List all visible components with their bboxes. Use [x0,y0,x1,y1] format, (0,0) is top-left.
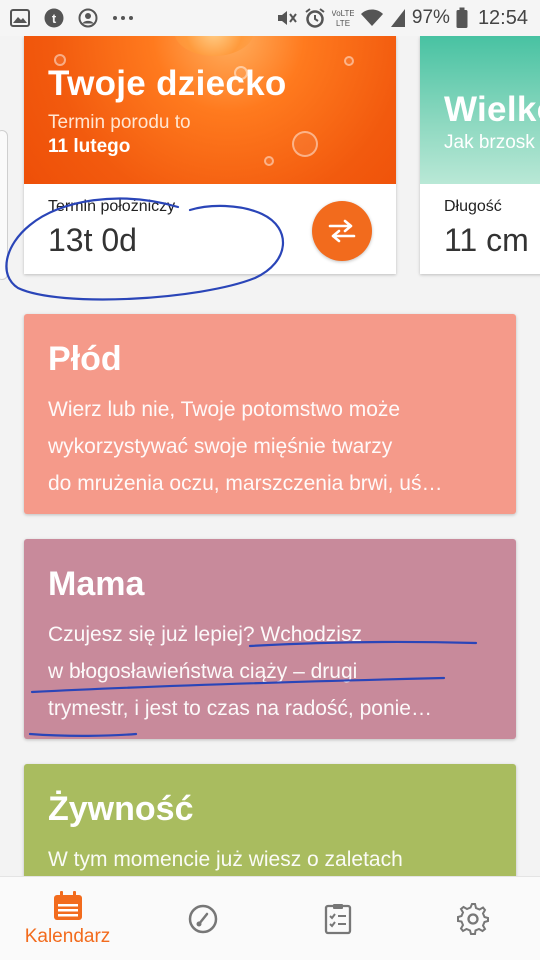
signal-icon [390,8,406,28]
account-icon [78,8,98,28]
status-bar: t VoLTE LTE 97% 12:54 [0,0,540,36]
nav-calendar-label: Kalendarz [24,925,111,947]
battery-percent: 97% [411,7,450,28]
length-value: 11 cm [444,222,529,258]
fetus-card-text: Wierz lub nie, Twoje potomstwo może wyko… [48,391,492,502]
decor-bubble [344,56,354,66]
nav-calendar[interactable]: Kalendarz [0,877,135,960]
mom-card[interactable]: Mama Czujesz się już lepiej? Wchodzisz w… [24,539,516,739]
swap-age-format-button[interactable] [312,201,372,261]
due-date-value: 11 lutego [48,136,131,157]
gestational-age-value: 13t 0d [48,222,137,258]
battery-icon [456,7,468,29]
size-comparison-caption: Jak brzosk [444,132,535,153]
card-text-line: do mrużenia oczu, marszczenia brwi, uś… [48,472,443,495]
mom-card-title: Mama [48,565,145,603]
due-date-caption: Termin porodu to [48,112,191,133]
baby-card-title: Twoje dziecko [48,64,287,103]
length-label: Długość [444,198,502,215]
decor-bubble [292,131,318,157]
more-icon [112,15,134,21]
food-card-title: Żywność [48,790,194,828]
food-card-text: W tym momencie już wiesz o zaletach [48,841,492,878]
card-text-line: W tym momencie już wiesz o zaletach [48,848,403,871]
volte-icon: VoLTE LTE [332,7,354,29]
baby-card-header: Twoje dziecko Termin porodu to 11 lutego [24,36,396,184]
decor-bubble [264,156,274,166]
calendar-icon [52,890,84,922]
fetus-card-title: Płód [48,340,122,378]
nav-checklist[interactable] [270,877,405,960]
fetus-card[interactable]: Płód Wierz lub nie, Twoje potomstwo może… [24,314,516,514]
card-text-line: Czujesz się już lepiej? Wchodzisz [48,623,362,646]
checklist-icon [323,903,353,935]
nav-settings[interactable] [405,877,540,960]
card-text-line: w błogosławieństwa ciąży – drugi [48,660,358,683]
size-summary-card[interactable]: Wielko Jak brzosk Długość 11 cm [420,36,540,274]
mute-icon [276,8,298,28]
baby-summary-card[interactable]: Twoje dziecko Termin porodu to 11 lutego… [24,36,396,274]
svg-text:VoLTE: VoLTE [332,9,354,18]
baby-illustration [174,36,254,56]
gestational-age-label: Termin położniczy [48,198,176,215]
card-text-line: Wierz lub nie, Twoje potomstwo może [48,398,401,421]
gauge-icon [187,903,219,935]
gallery-icon [10,9,30,27]
settings-icon [456,902,489,935]
svg-text:t: t [52,11,57,26]
size-card-title: Wielko [444,90,540,129]
size-card-header: Wielko Jak brzosk [420,36,540,184]
card-text-line: wykorzystywać swoje mięśnie twarzy [48,435,393,458]
wifi-icon [360,8,384,28]
bottom-navigation: Kalendarz [0,876,540,960]
alarm-icon [304,7,326,29]
clock: 12:54 [477,6,528,29]
edge-panel-handle[interactable] [0,130,8,280]
card-text-line: trymestr, i jest to czas na radość, poni… [48,697,432,720]
svg-text:LTE: LTE [336,19,350,28]
tumblr-icon: t [44,8,64,28]
mom-card-text: Czujesz się już lepiej? Wchodzisz w błog… [48,616,492,727]
nav-progress[interactable] [135,877,270,960]
swap-arrows-icon [327,218,357,244]
